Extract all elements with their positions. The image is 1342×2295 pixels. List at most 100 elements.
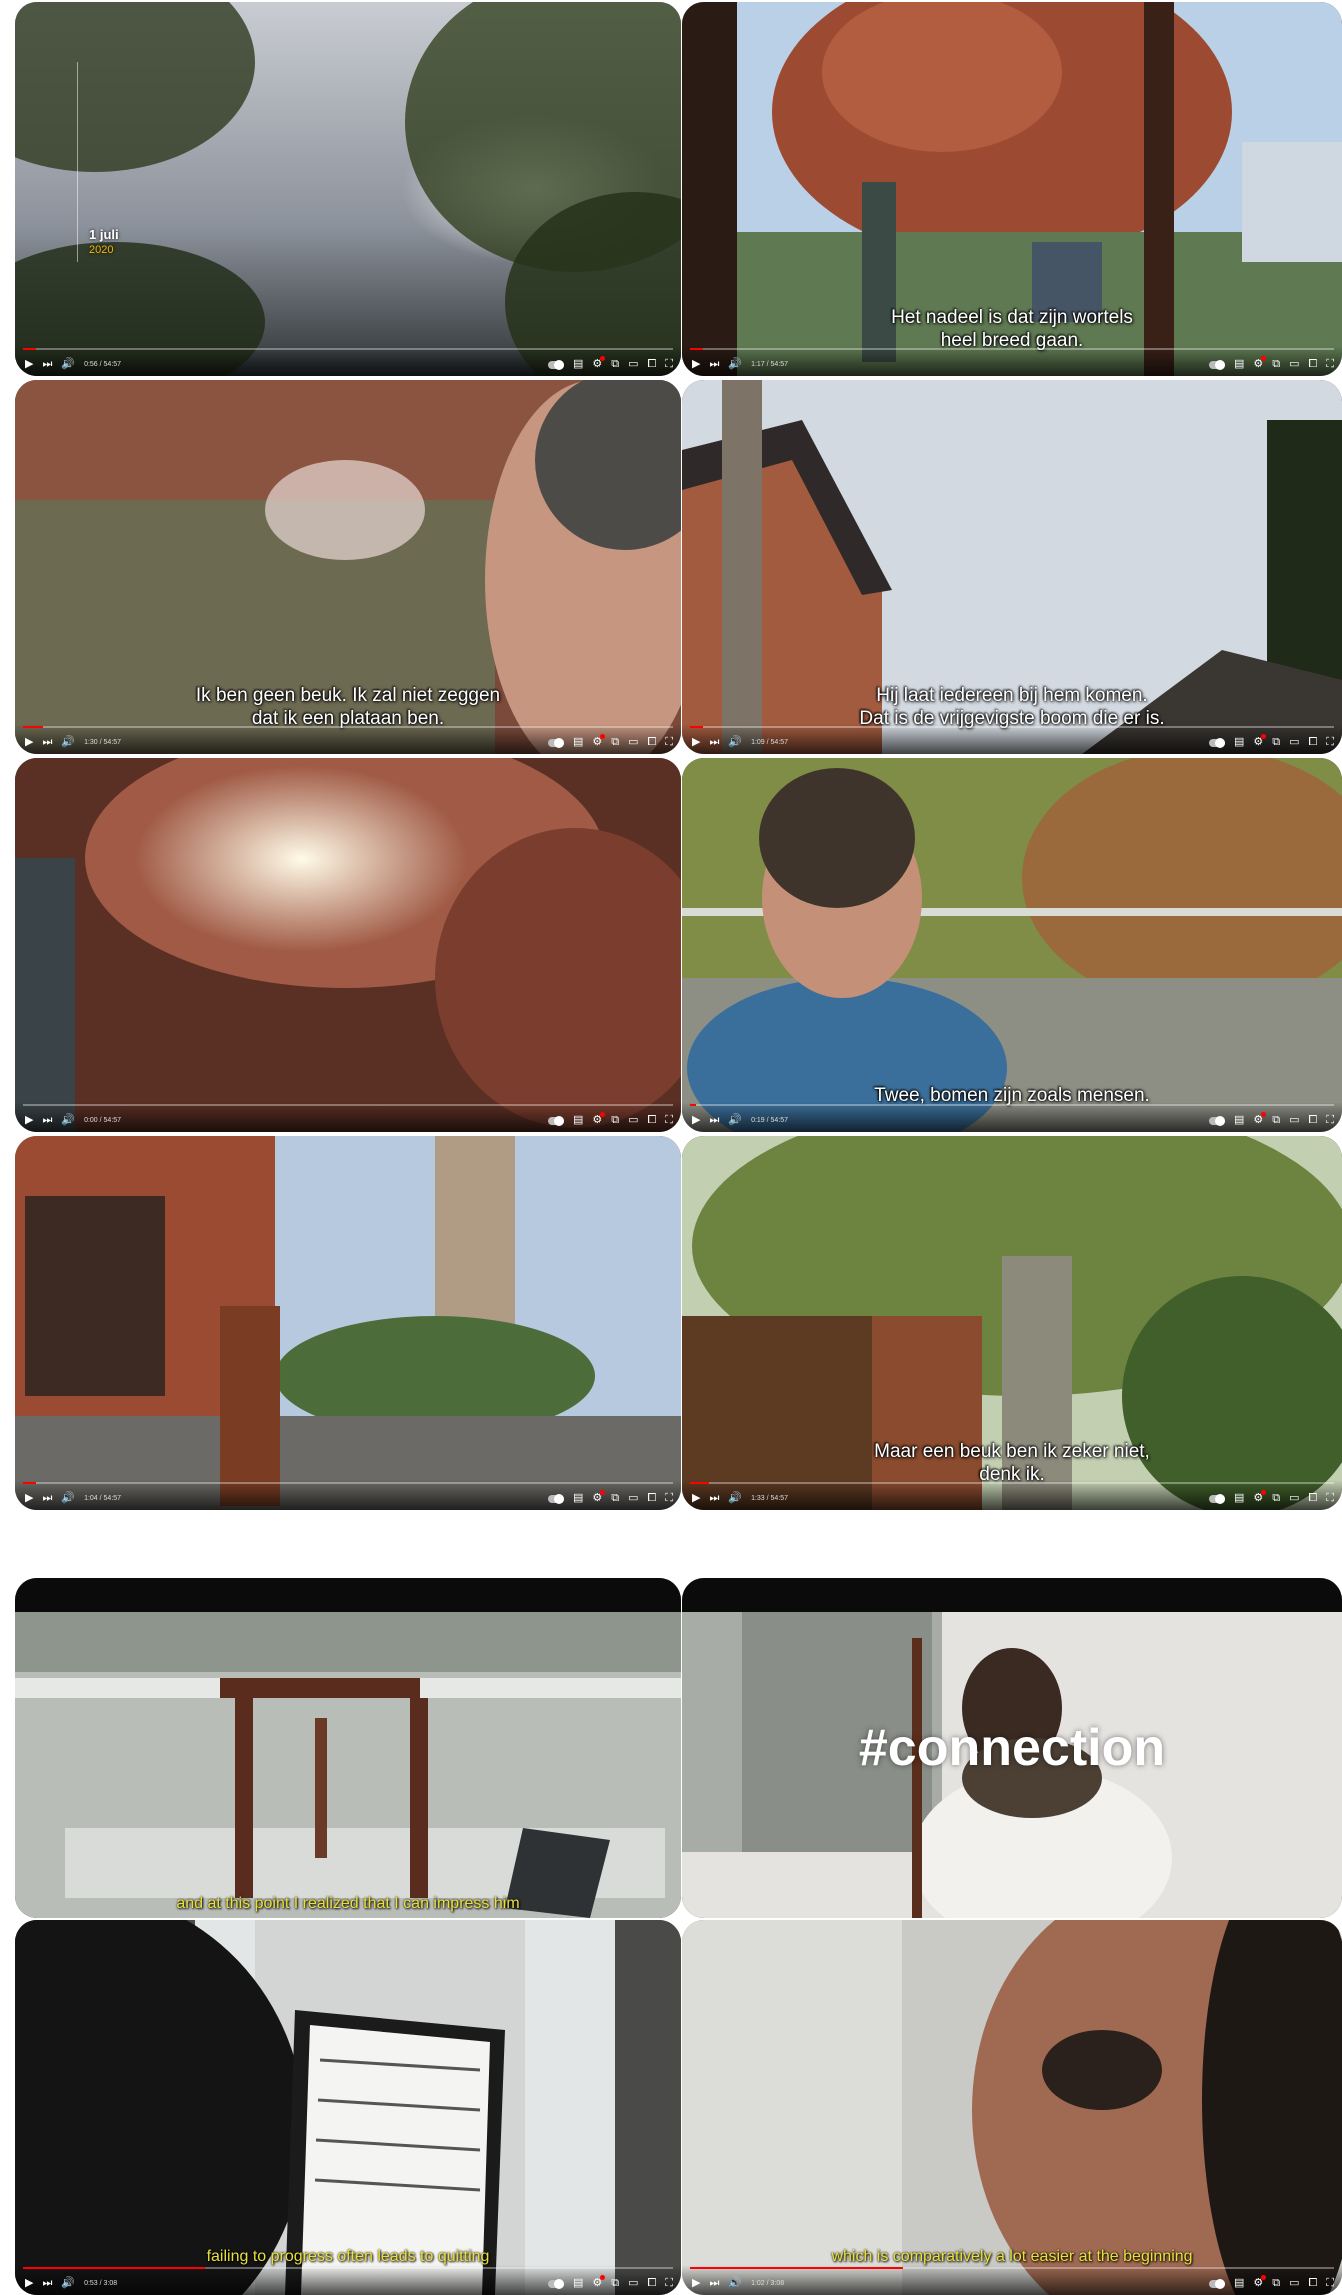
volume-icon[interactable]: 🔊 xyxy=(61,1115,75,1126)
autoplay-toggle[interactable] xyxy=(547,1115,564,1126)
cast-icon[interactable]: ⧠ xyxy=(1308,737,1317,748)
play-icon[interactable]: ▶ xyxy=(25,1115,33,1126)
play-icon[interactable]: ▶ xyxy=(692,359,700,370)
cast-icon[interactable]: ⧠ xyxy=(1308,359,1317,370)
cast-icon[interactable]: ⧠ xyxy=(647,2278,656,2289)
theater-icon[interactable]: ▭ xyxy=(628,737,638,748)
video-frame-10[interactable]: #connection xyxy=(682,1578,1342,1918)
next-icon[interactable]: ⏭ xyxy=(709,359,719,370)
theater-icon[interactable]: ▭ xyxy=(1289,2278,1299,2289)
subtitles-icon[interactable]: ▤ xyxy=(573,1115,583,1126)
subtitles-icon[interactable]: ▤ xyxy=(1234,1493,1244,1504)
play-icon[interactable]: ▶ xyxy=(692,1493,700,1504)
miniplayer-icon[interactable]: ⧉ xyxy=(611,1493,619,1504)
play-icon[interactable]: ▶ xyxy=(25,1493,33,1504)
progress-bar[interactable] xyxy=(23,2267,673,2269)
volume-icon[interactable]: 🔊 xyxy=(728,1493,742,1504)
play-icon[interactable]: ▶ xyxy=(692,2278,700,2289)
volume-icon[interactable]: 🔊 xyxy=(61,1493,75,1504)
next-icon[interactable]: ⏭ xyxy=(709,2278,719,2289)
volume-icon[interactable]: 🔊 xyxy=(728,737,742,748)
progress-bar[interactable] xyxy=(690,1482,1334,1484)
next-icon[interactable]: ⏭ xyxy=(42,2278,52,2289)
settings-icon[interactable]: ⚙ xyxy=(1253,2275,1267,2289)
play-icon[interactable]: ▶ xyxy=(25,359,33,370)
volume-icon[interactable]: 🔊 xyxy=(61,359,75,370)
volume-icon[interactable]: 🔊 xyxy=(728,2278,742,2289)
video-frame-12[interactable]: which is comparatively a lot easier at t… xyxy=(682,1920,1342,2295)
miniplayer-icon[interactable]: ⧉ xyxy=(1272,737,1280,748)
fullscreen-icon[interactable]: ⛶ xyxy=(1326,359,1334,370)
subtitles-icon[interactable]: ▤ xyxy=(1234,359,1244,370)
cast-icon[interactable]: ⧠ xyxy=(1308,1115,1317,1126)
miniplayer-icon[interactable]: ⧉ xyxy=(1272,1493,1280,1504)
next-icon[interactable]: ⏭ xyxy=(42,1115,52,1126)
subtitles-icon[interactable]: ▤ xyxy=(1234,2278,1244,2289)
autoplay-toggle[interactable] xyxy=(547,737,564,748)
theater-icon[interactable]: ▭ xyxy=(1289,737,1299,748)
progress-bar[interactable] xyxy=(23,726,673,728)
settings-icon[interactable]: ⚙ xyxy=(592,1490,606,1504)
video-frame-9[interactable]: and at this point I realized that I can … xyxy=(15,1578,681,1918)
autoplay-toggle[interactable] xyxy=(1208,737,1225,748)
miniplayer-icon[interactable]: ⧉ xyxy=(1272,1115,1280,1126)
progress-bar[interactable] xyxy=(690,726,1334,728)
theater-icon[interactable]: ▭ xyxy=(628,1493,638,1504)
miniplayer-icon[interactable]: ⧉ xyxy=(611,2278,619,2289)
fullscreen-icon[interactable]: ⛶ xyxy=(1326,737,1334,748)
miniplayer-icon[interactable]: ⧉ xyxy=(611,737,619,748)
settings-icon[interactable]: ⚙ xyxy=(1253,1490,1267,1504)
miniplayer-icon[interactable]: ⧉ xyxy=(611,1115,619,1126)
autoplay-toggle[interactable] xyxy=(1208,2278,1225,2289)
theater-icon[interactable]: ▭ xyxy=(1289,1493,1299,1504)
progress-bar[interactable] xyxy=(690,2267,1334,2269)
fullscreen-icon[interactable]: ⛶ xyxy=(665,737,673,748)
volume-icon[interactable]: 🔊 xyxy=(61,737,75,748)
play-icon[interactable]: ▶ xyxy=(692,1115,700,1126)
subtitles-icon[interactable]: ▤ xyxy=(573,1493,583,1504)
theater-icon[interactable]: ▭ xyxy=(628,2278,638,2289)
progress-bar[interactable] xyxy=(23,1482,673,1484)
volume-icon[interactable]: 🔊 xyxy=(728,359,742,370)
subtitles-icon[interactable]: ▤ xyxy=(1234,1115,1244,1126)
settings-icon[interactable]: ⚙ xyxy=(592,356,606,370)
subtitles-icon[interactable]: ▤ xyxy=(573,737,583,748)
volume-icon[interactable]: 🔊 xyxy=(61,2278,75,2289)
cast-icon[interactable]: ⧠ xyxy=(1308,2278,1317,2289)
autoplay-toggle[interactable] xyxy=(1208,1115,1225,1126)
next-icon[interactable]: ⏭ xyxy=(42,737,52,748)
settings-icon[interactable]: ⚙ xyxy=(592,2275,606,2289)
video-frame-7[interactable]: ▶ ⏭ 🔊 1:04 / 54:57 ▤ ⚙ ⧉ ▭ ⧠ ⛶ xyxy=(15,1136,681,1510)
fullscreen-icon[interactable]: ⛶ xyxy=(665,1493,673,1504)
miniplayer-icon[interactable]: ⧉ xyxy=(611,359,619,370)
video-frame-2[interactable]: Het nadeel is dat zijn wortels heel breed… xyxy=(682,2,1342,376)
next-icon[interactable]: ⏭ xyxy=(709,1115,719,1126)
cast-icon[interactable]: ⧠ xyxy=(647,1115,656,1126)
video-frame-11[interactable]: failing to progress often leads to quitt… xyxy=(15,1920,681,2295)
fullscreen-icon[interactable]: ⛶ xyxy=(665,2278,673,2289)
next-icon[interactable]: ⏭ xyxy=(709,737,719,748)
miniplayer-icon[interactable]: ⧉ xyxy=(1272,2278,1280,2289)
autoplay-toggle[interactable] xyxy=(547,1493,564,1504)
video-frame-1[interactable]: 1 juli 2020 ▶ ⏭ 🔊 0:56 / 54:57 ▤ ⚙ ⧉ ▭ ⧠ ⛶ xyxy=(15,2,681,376)
play-icon[interactable]: ▶ xyxy=(25,737,33,748)
video-frame-4[interactable]: Hij laat iedereen bij hem komen. Dat is d… xyxy=(682,380,1342,754)
settings-icon[interactable]: ⚙ xyxy=(592,734,606,748)
video-frame-6[interactable]: Twee, bomen zijn zoals mensen. ▶ ⏭ 🔊 0:19 /… xyxy=(682,758,1342,1132)
settings-icon[interactable]: ⚙ xyxy=(1253,1112,1267,1126)
progress-bar[interactable] xyxy=(23,1104,673,1106)
settings-icon[interactable]: ⚙ xyxy=(1253,734,1267,748)
play-icon[interactable]: ▶ xyxy=(25,2278,33,2289)
progress-bar[interactable] xyxy=(690,1104,1334,1106)
video-frame-8[interactable]: Maar een beuk ben ik zeker niet, denk ik.… xyxy=(682,1136,1342,1510)
autoplay-toggle[interactable] xyxy=(547,359,564,370)
cast-icon[interactable]: ⧠ xyxy=(647,737,656,748)
subtitles-icon[interactable]: ▤ xyxy=(573,2278,583,2289)
subtitles-icon[interactable]: ▤ xyxy=(1234,737,1244,748)
progress-bar[interactable] xyxy=(23,348,673,350)
autoplay-toggle[interactable] xyxy=(1208,1493,1225,1504)
volume-icon[interactable]: 🔊 xyxy=(728,1115,742,1126)
subtitles-icon[interactable]: ▤ xyxy=(573,359,583,370)
cast-icon[interactable]: ⧠ xyxy=(647,1493,656,1504)
settings-icon[interactable]: ⚙ xyxy=(1253,356,1267,370)
